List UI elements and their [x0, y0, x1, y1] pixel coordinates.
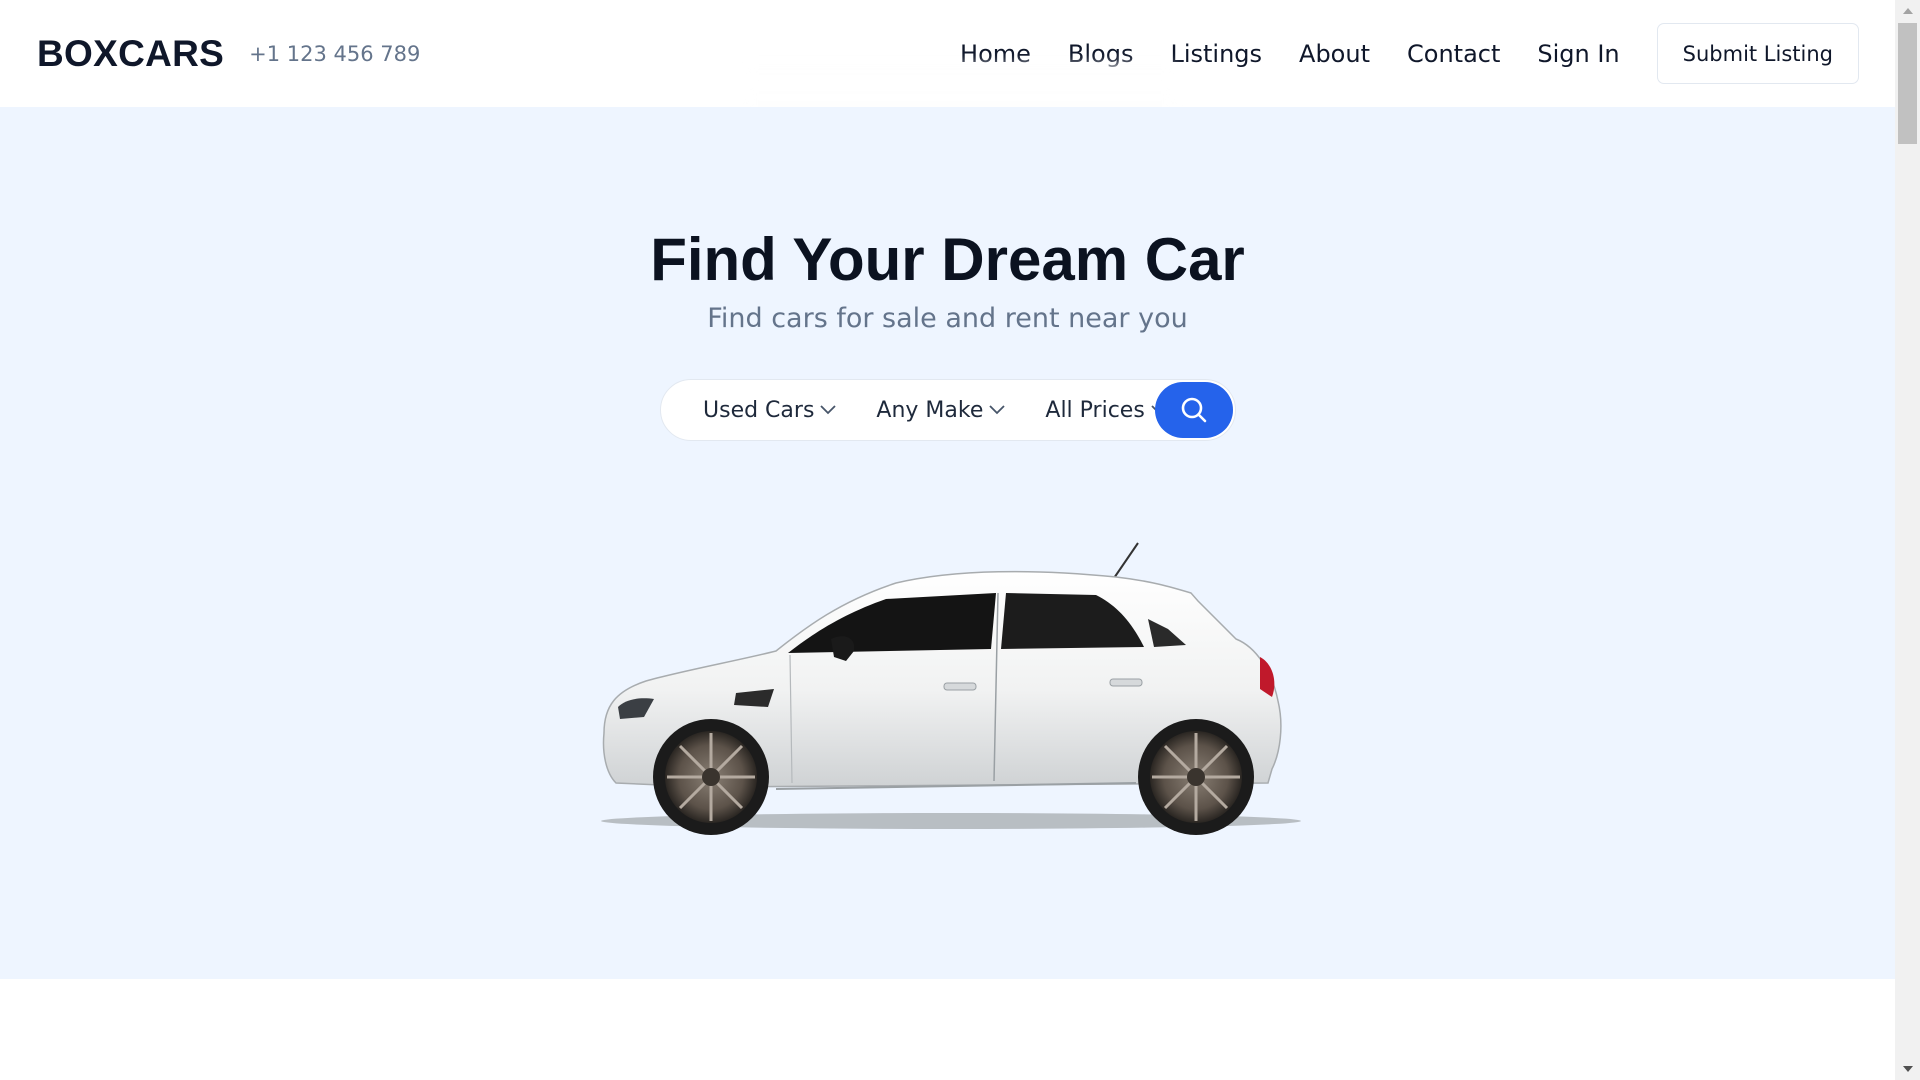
search-bar: Used Cars Any Make All Prices: [660, 379, 1236, 441]
scroll-up-arrow-icon[interactable]: [1903, 8, 1913, 14]
make-select-value: Any Make: [876, 397, 984, 423]
search-icon: [1179, 395, 1209, 425]
phone-number: +1 123 456 789: [249, 41, 421, 66]
hero-title: Find Your Dream Car: [650, 226, 1245, 293]
submit-listing-button[interactable]: Submit Listing: [1656, 23, 1859, 84]
page: BOXCARS +1 123 456 789 Home Blogs Listin…: [0, 0, 1920, 1080]
nav-about[interactable]: About: [1299, 40, 1370, 68]
chevron-down-icon: [820, 405, 837, 415]
nav-contact[interactable]: Contact: [1407, 40, 1500, 68]
main-nav: Home Blogs Listings About Contact Sign I…: [960, 23, 1859, 84]
chevron-down-icon: [989, 405, 1006, 415]
content-section: [0, 979, 1895, 1080]
site-header: BOXCARS +1 123 456 789 Home Blogs Listin…: [0, 0, 1895, 107]
page-scrollbar[interactable]: [1895, 0, 1920, 1080]
search-button[interactable]: [1155, 382, 1233, 438]
nav-sign-in[interactable]: Sign In: [1537, 40, 1619, 68]
hero-subtitle: Find cars for sale and rent near you: [707, 303, 1188, 334]
car-image: [596, 521, 1306, 841]
scroll-down-arrow-icon[interactable]: [1903, 1066, 1913, 1072]
make-select[interactable]: Any Make: [876, 397, 1006, 423]
nav-blogs[interactable]: Blogs: [1068, 40, 1134, 68]
scrollbar-thumb[interactable]: [1898, 23, 1917, 144]
hero-section: Find Your Dream Car Find cars for sale a…: [0, 107, 1895, 979]
price-select[interactable]: All Prices: [1045, 397, 1167, 423]
price-select-value: All Prices: [1045, 397, 1145, 423]
nav-listings[interactable]: Listings: [1170, 40, 1262, 68]
brand-logo[interactable]: BOXCARS: [37, 33, 224, 75]
condition-select-value: Used Cars: [703, 397, 815, 423]
condition-select[interactable]: Used Cars: [703, 397, 837, 423]
nav-home[interactable]: Home: [960, 40, 1031, 68]
